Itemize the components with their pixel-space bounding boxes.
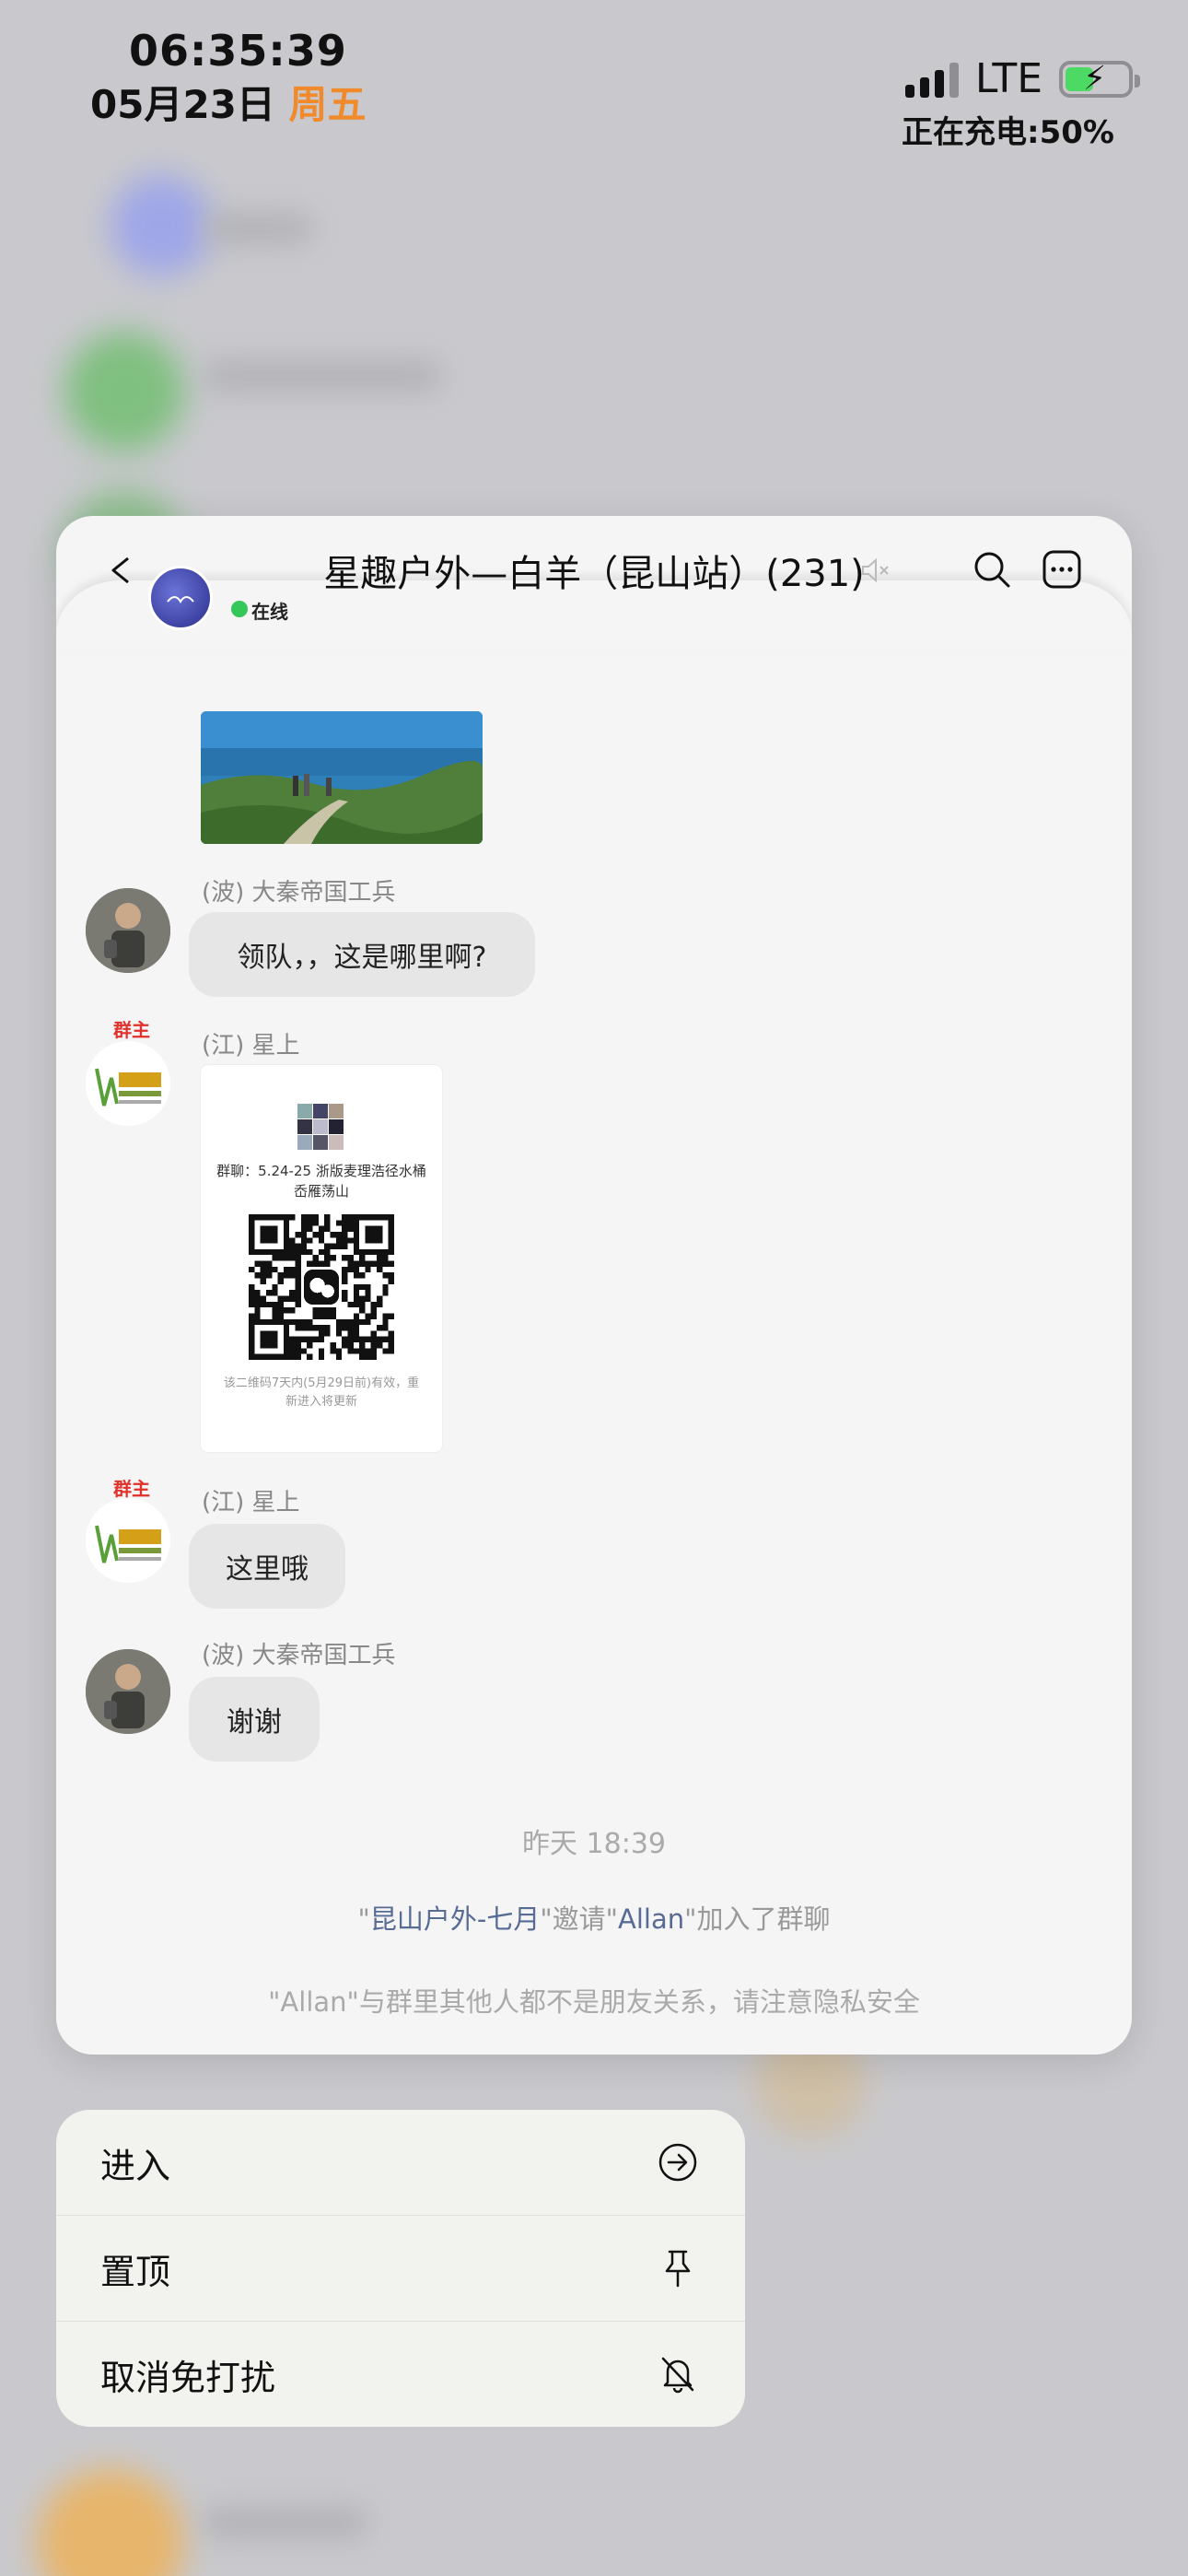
system-privacy-notice: "Allan"与群里其他人都不是朋友关系，请注意隐私安全: [268, 1986, 920, 2018]
status-date: 05月23日 周五: [90, 74, 367, 130]
sender-name: (波) 大秦帝国工兵: [202, 879, 396, 907]
invite-text: "邀请": [540, 1903, 619, 1935]
system-invite-notice: "昆山户外-七月"邀请"Allan"加入了群聊: [56, 1898, 1132, 1937]
status-time: 06:35:39: [129, 26, 347, 76]
sender-name: (江) 星上: [202, 1489, 300, 1516]
inviter-link[interactable]: 昆山户外-七月: [370, 1903, 540, 1935]
menu-item-label: 置顶: [100, 2251, 171, 2292]
charging-status: 正在充电:50%: [902, 114, 1114, 151]
bell-off-icon: [661, 2357, 694, 2394]
chat-preview-card[interactable]: 星趣户外—白羊（昆山站）(231) 在线 (波) 大秦帝国工兵 领队，，这是哪里…: [56, 516, 1132, 2055]
more-options-icon[interactable]: [1042, 549, 1082, 590]
invitee-link[interactable]: Allan: [618, 1903, 684, 1935]
group-avatar: [148, 566, 213, 630]
invite-end: "加入了群聊: [684, 1903, 831, 1935]
pin-icon: [665, 2250, 691, 2288]
search-icon[interactable]: [972, 549, 1012, 590]
background-avatar: [111, 175, 212, 276]
sender-avatar[interactable]: [86, 1649, 170, 1734]
qr-group-caption: 群聊：5.24-25 浙版麦理浩径水桶岙雁荡山: [216, 1163, 426, 1200]
network-type: LTE: [974, 55, 1042, 102]
qr-validity-note: 该二维码7天内(5月29日前)有效，重新进入将更新: [223, 1376, 420, 1409]
system-timestamp: 昨天 18:39: [522, 1828, 666, 1860]
menu-item-pin[interactable]: 置顶: [56, 2216, 745, 2321]
menu-item-label: 取消免打扰: [100, 2357, 276, 2398]
group-qr-card[interactable]: 群聊：5.24-25 浙版麦理浩径水桶岙雁荡山 该二维码7天内(5月29日前)有…: [201, 1065, 442, 1452]
status-indicators: LTE ⚡: [904, 55, 1140, 102]
group-avatar-mark: [167, 596, 194, 603]
group-owner-tag: 群主: [113, 1019, 150, 1041]
enter-arrow-icon: [658, 2143, 697, 2182]
qr-code-icon: [249, 1214, 394, 1360]
context-menu: 进入 置顶 取消免打扰: [56, 2110, 745, 2427]
menu-item-unmute[interactable]: 取消免打扰: [56, 2322, 745, 2427]
background-row: [203, 2506, 368, 2539]
background-avatar: [37, 2469, 184, 2576]
photo-message[interactable]: [201, 711, 483, 844]
background-avatar: [64, 332, 184, 451]
cellular-signal-icon: [904, 61, 959, 98]
sender-name: (江) 星上: [202, 1032, 300, 1060]
sender-avatar[interactable]: [86, 1498, 170, 1583]
group-owner-tag: 群主: [113, 1478, 150, 1500]
group-thumbnail-icon: [297, 1104, 344, 1150]
online-status-dot: [231, 601, 248, 617]
menu-item-label: 进入: [100, 2145, 171, 2186]
background-row: [203, 212, 313, 245]
message-bubble[interactable]: 领队，，这是哪里啊?: [189, 912, 535, 997]
chat-header: 星趣户外—白羊（昆山站）(231): [56, 516, 1132, 617]
chat-title: 星趣户外—白羊（昆山站）(231): [323, 553, 865, 595]
message-bubble[interactable]: 这里哦: [189, 1524, 345, 1609]
background-row: [203, 359, 442, 392]
sender-name: (波) 大秦帝国工兵: [202, 1642, 396, 1669]
online-label: 在线: [251, 601, 288, 623]
invite-quote: ": [357, 1903, 370, 1935]
charging-bolt-icon: ⚡: [1083, 59, 1107, 98]
status-date-day: 05月23日: [90, 82, 275, 127]
sender-avatar[interactable]: [86, 1041, 170, 1126]
sender-avatar[interactable]: [86, 888, 170, 973]
menu-item-enter[interactable]: 进入: [56, 2110, 745, 2215]
battery-icon: ⚡: [1059, 59, 1140, 98]
message-bubble[interactable]: 谢谢: [189, 1677, 320, 1762]
status-weekday: 周五: [288, 82, 367, 127]
mute-icon: [862, 557, 889, 583]
